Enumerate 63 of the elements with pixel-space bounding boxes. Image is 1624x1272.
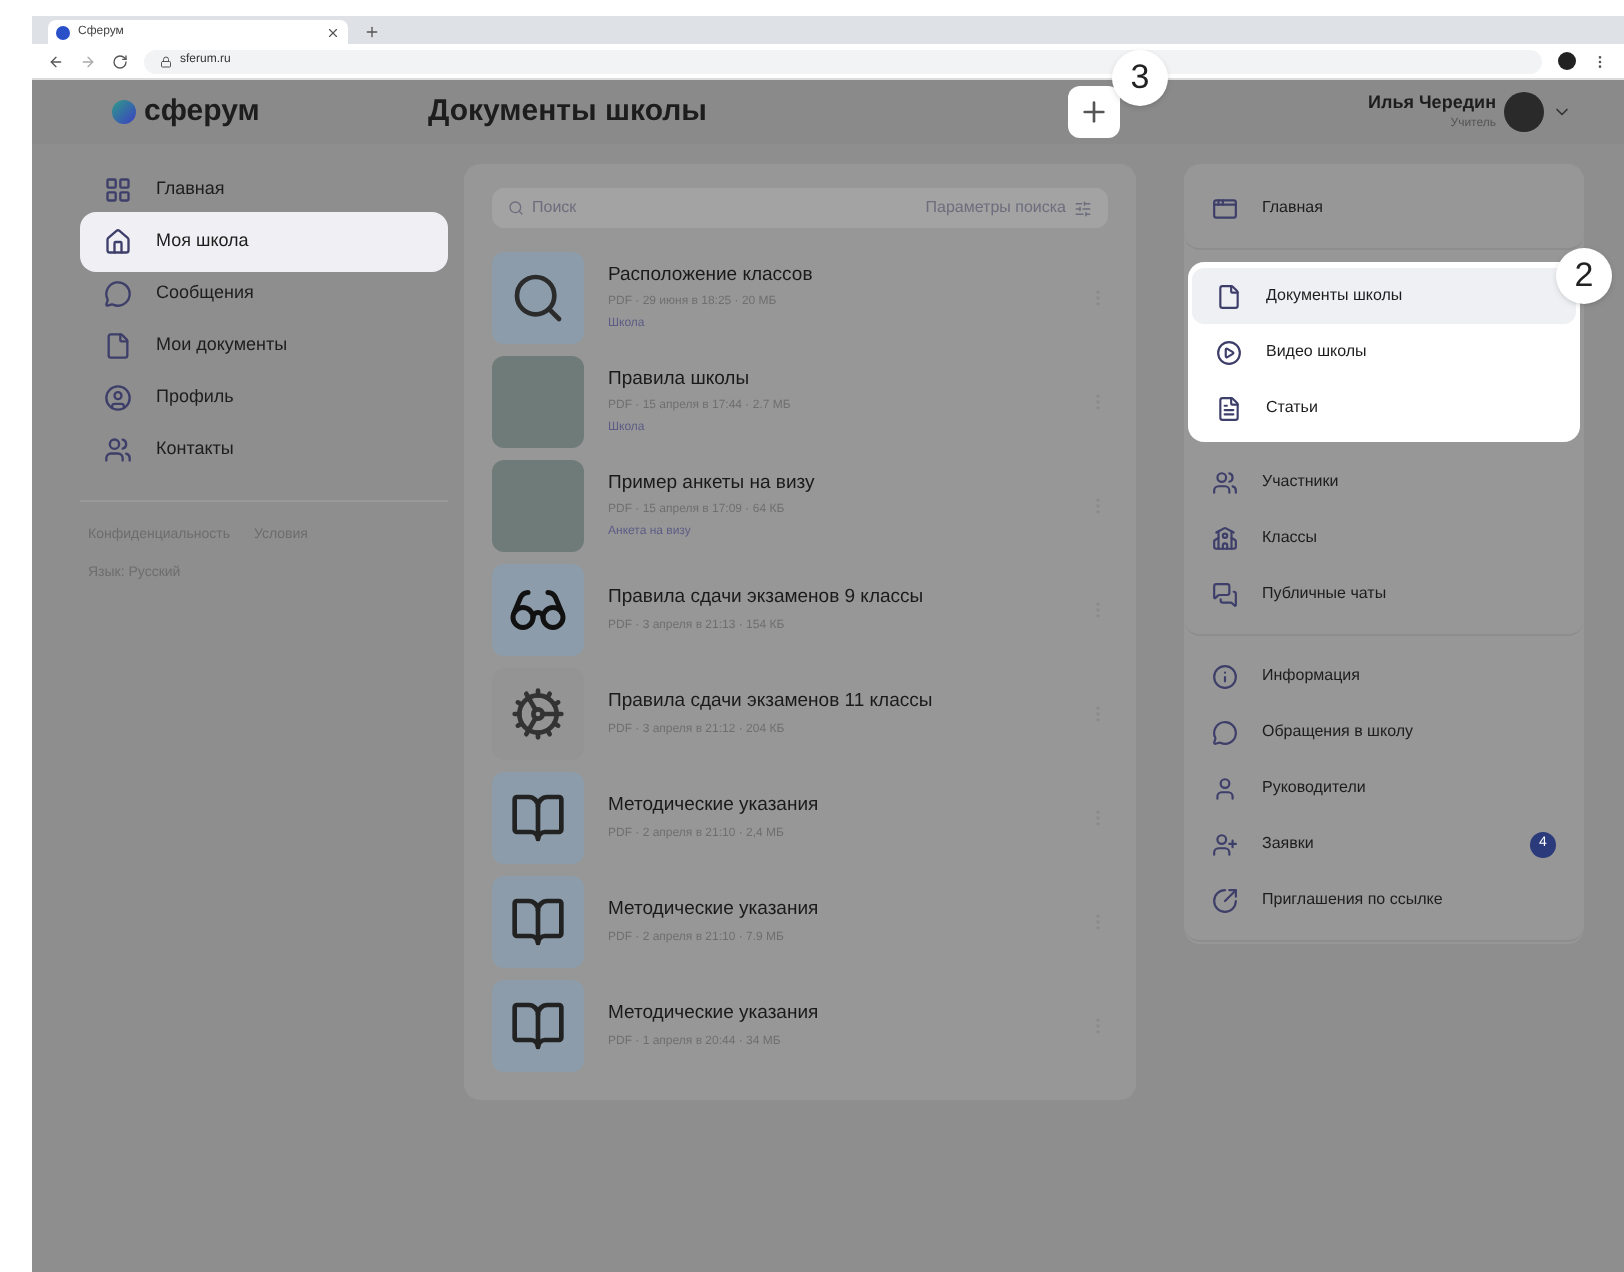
- profile-icon[interactable]: [1558, 52, 1576, 70]
- grid-icon: [104, 176, 132, 204]
- person-icon: [1212, 775, 1238, 801]
- back-icon[interactable]: [48, 53, 64, 69]
- sunglasses-thumbnail: [492, 564, 584, 656]
- document-icon: [1216, 283, 1242, 309]
- menu-item[interactable]: Информация: [1188, 648, 1580, 704]
- house-icon: [104, 228, 132, 256]
- page-title: Документы школы: [428, 91, 709, 132]
- book-thumbnail: [492, 980, 584, 1072]
- plus-icon: [1078, 96, 1110, 128]
- step-callout: 2: [1556, 248, 1612, 304]
- sidebar-item[interactable]: Моя школа: [80, 212, 448, 272]
- menu-item[interactable]: Участники: [1188, 454, 1580, 510]
- document-title[interactable]: Методические указания: [608, 792, 1065, 822]
- link-arrow-icon: [1212, 887, 1238, 913]
- document-title[interactable]: Правила школы: [608, 365, 1065, 395]
- search-icon: [508, 200, 524, 216]
- filter-icon[interactable]: [1074, 199, 1092, 217]
- classes-icon: [1212, 525, 1238, 551]
- menu-item[interactable]: Обращения в школу: [1188, 704, 1580, 760]
- chat-bubble-icon: [104, 280, 132, 308]
- menu-item[interactable]: Руководители: [1188, 760, 1580, 816]
- book-thumbnail: [492, 876, 584, 968]
- photo-placeholder: [492, 356, 584, 448]
- menu-item[interactable]: Главная: [1188, 180, 1580, 236]
- people-icon: [1212, 469, 1238, 495]
- menu-item[interactable]: Статьи: [1192, 380, 1576, 436]
- chats-icon: [1212, 581, 1238, 607]
- menu-item[interactable]: Классы: [1188, 510, 1580, 566]
- play-icon: [1216, 339, 1242, 365]
- people-icon: [104, 436, 132, 464]
- document-title[interactable]: Методические указания: [608, 1000, 1065, 1030]
- article-icon: [1216, 395, 1242, 421]
- document-icon: [104, 332, 132, 360]
- menu-item[interactable]: Публичные чаты: [1188, 566, 1580, 622]
- magnifier-thumbnail: [492, 252, 584, 344]
- add-button[interactable]: [1068, 86, 1120, 138]
- menu-item[interactable]: Видео школы: [1192, 324, 1576, 380]
- info-icon: [1212, 663, 1238, 689]
- document-title[interactable]: Правила сдачи экзаменов 11 классы: [608, 688, 1065, 718]
- lock-icon: [160, 55, 172, 67]
- menu-item[interactable]: Приглашения по ссылке: [1188, 872, 1580, 928]
- new-tab-icon[interactable]: [364, 24, 380, 40]
- document-title[interactable]: Расположение классов: [608, 261, 1065, 291]
- reload-icon[interactable]: [112, 53, 128, 69]
- document-title[interactable]: Правила сдачи экзаменов 9 классы: [608, 584, 1065, 614]
- document-title[interactable]: Методические указания: [608, 896, 1065, 926]
- chat-bubble-icon: [1212, 719, 1238, 745]
- avatar[interactable]: [1504, 92, 1544, 132]
- logo-text: сферум: [144, 91, 260, 132]
- close-icon[interactable]: [326, 25, 340, 39]
- add-person-icon: [1212, 831, 1238, 857]
- favicon-icon: [56, 25, 70, 39]
- book-thumbnail: [492, 772, 584, 864]
- window-icon: [1212, 195, 1238, 221]
- document-title[interactable]: Пример анкеты на визу: [608, 469, 1065, 499]
- menu-item[interactable]: Документы школы: [1192, 268, 1576, 324]
- user-name: Илья Чередин: [1368, 89, 1496, 116]
- logo-icon: [112, 100, 136, 124]
- profile-icon: [104, 384, 132, 412]
- forward-icon[interactable]: [80, 53, 96, 69]
- photo-placeholder: [492, 460, 584, 552]
